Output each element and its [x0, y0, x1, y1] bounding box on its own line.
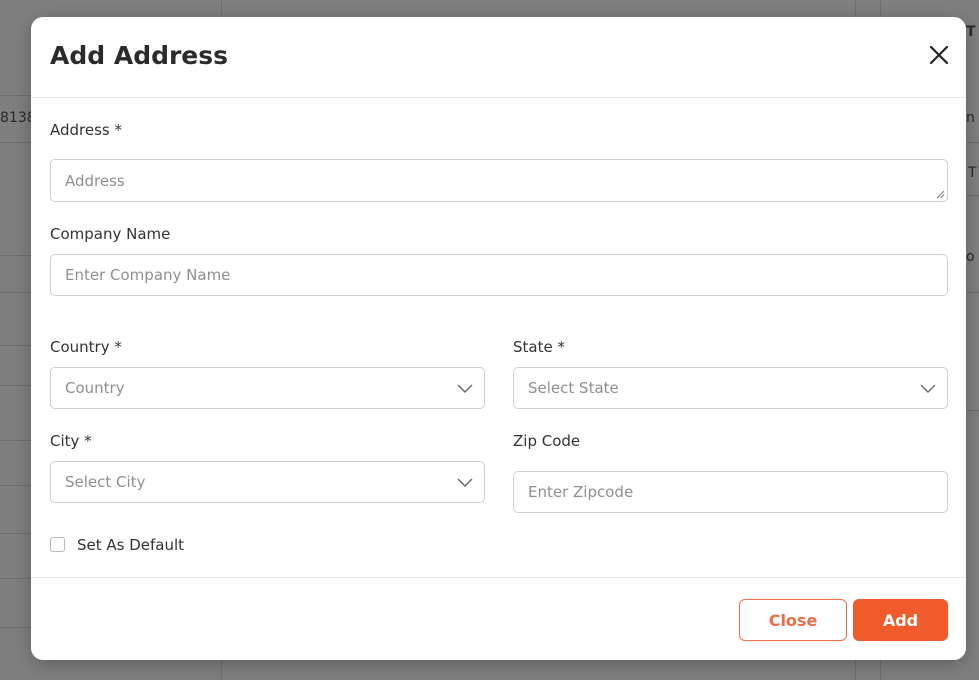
bg-cell-fragment: o: [966, 249, 975, 265]
zip-code-input[interactable]: Enter Zipcode: [513, 471, 948, 513]
bg-row-divider: [966, 195, 979, 196]
bg-row-divider: [0, 292, 31, 293]
add-button[interactable]: Add: [853, 599, 948, 641]
bg-header-fragment: T: [966, 24, 976, 40]
city-select-value: Select City: [65, 473, 146, 491]
state-select-value: Select State: [528, 379, 619, 397]
company-name-label: Company Name: [50, 225, 171, 243]
state-label: State *: [513, 338, 565, 356]
address-label: Address *: [50, 121, 123, 139]
country-label: Country *: [50, 338, 122, 356]
bg-row-divider: [0, 255, 31, 256]
bg-row-divider: [0, 142, 31, 143]
zip-code-placeholder: Enter Zipcode: [528, 483, 634, 501]
state-select[interactable]: Select State: [513, 367, 948, 409]
set-default-label[interactable]: Set As Default: [77, 536, 184, 554]
bg-row-divider: [0, 345, 31, 346]
chevron-down-icon: [457, 478, 473, 487]
zip-code-label: Zip Code: [513, 432, 581, 450]
bg-row-divider: [0, 533, 31, 534]
modal-footer-divider: [31, 577, 966, 578]
add-address-modal: Add Address Address * Address Company Na…: [31, 17, 966, 660]
resize-grip-icon[interactable]: [935, 189, 945, 199]
country-select[interactable]: Country: [50, 367, 485, 409]
close-button[interactable]: Close: [739, 599, 847, 641]
bg-row-divider: [0, 578, 31, 579]
close-icon[interactable]: [928, 44, 950, 66]
company-name-placeholder: Enter Company Name: [65, 266, 231, 284]
bg-row-divider: [966, 142, 979, 143]
bg-row-divider: [0, 95, 31, 96]
bg-row-divider: [0, 440, 31, 441]
company-name-input[interactable]: Enter Company Name: [50, 254, 948, 296]
city-select[interactable]: Select City: [50, 461, 485, 503]
address-placeholder: Address: [65, 171, 125, 190]
address-textarea[interactable]: Address: [50, 159, 948, 202]
bg-row-divider: [966, 410, 979, 411]
bg-row-divider: [966, 292, 979, 293]
city-label: City *: [50, 432, 92, 450]
set-default-checkbox[interactable]: [50, 537, 65, 552]
bg-cell-fragment: n: [966, 110, 975, 126]
country-select-value: Country: [65, 379, 125, 397]
bg-cell-fragment: T: [968, 165, 977, 181]
modal-title: Add Address: [50, 41, 229, 70]
bg-row-divider: [0, 627, 31, 628]
chevron-down-icon: [457, 384, 473, 393]
bg-row-divider: [0, 485, 31, 486]
chevron-down-icon: [920, 384, 936, 393]
modal-header: Add Address: [31, 17, 966, 98]
bg-row-divider: [0, 385, 31, 386]
